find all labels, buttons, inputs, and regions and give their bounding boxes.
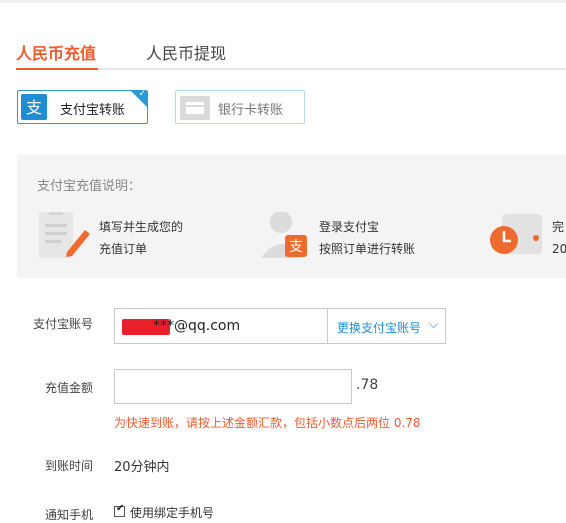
amount-input[interactable]	[114, 369, 352, 404]
bank-card-icon	[180, 96, 210, 120]
step-1-line-1: 填写并生成您的	[99, 220, 184, 234]
checkmark-icon: ✔	[116, 503, 125, 514]
amount-decimal-suffix: .78	[356, 377, 379, 393]
step-2-line-2: 按照订单进行转账	[319, 242, 416, 256]
top-divider	[0, 0, 566, 3]
clock-icon	[488, 214, 548, 266]
account-value: ***@qq.com	[153, 318, 241, 334]
amount-hint: 为快速到账，请按上述金额汇款，包括小数点后两位 0.78	[114, 416, 421, 430]
alipay-instructions-panel: 支付宝充值说明： 填写并生成您的 充值订单 支 登录支付宝 按照订单进行转账 完…	[17, 155, 566, 278]
use-bound-phone-checkbox[interactable]: ✔	[114, 503, 125, 517]
instruction-step-2: 支 登录支付宝 按照订单进行转账	[261, 211, 415, 266]
account-field-divider	[327, 309, 328, 343]
instruction-step-3: 完 20	[488, 212, 566, 266]
instructions-title: 支付宝充值说明：	[37, 179, 142, 194]
amount-label: 充值金额	[44, 381, 93, 395]
use-bound-phone-label[interactable]: 使用绑定手机号	[130, 504, 214, 521]
form-edit-icon	[37, 209, 97, 266]
notify-phone-label: 通知手机	[44, 508, 93, 522]
step-3-line-2: 20	[552, 242, 566, 256]
active-tab-indicator	[16, 68, 98, 70]
alipay-transfer-option[interactable]: 支 支付宝转账 ✓	[17, 89, 148, 124]
instruction-step-1: 填写并生成您的 充值订单	[37, 209, 183, 266]
change-account-button[interactable]: 更换支付宝账号	[337, 319, 421, 336]
arrival-time-value: 20分钟内	[114, 460, 170, 475]
svg-text:支: 支	[26, 98, 42, 117]
tab-recharge[interactable]: 人民币充值	[16, 40, 96, 64]
bank-card-transfer-label: 银行卡转账	[218, 103, 284, 118]
check-icon: ✓	[138, 89, 146, 99]
tab-baseline	[16, 68, 566, 70]
alipay-transfer-label: 支付宝转账	[60, 103, 126, 118]
svg-text:支: 支	[289, 239, 303, 255]
tab-withdraw[interactable]: 人民币提现	[146, 40, 226, 64]
arrival-time-label: 到账时间	[44, 459, 93, 473]
step-3-line-1: 完	[552, 220, 565, 234]
user-alipay-icon: 支	[261, 211, 313, 266]
alipay-icon: 支	[21, 94, 47, 120]
tab-bar: 人民币充值 人民币提现	[0, 28, 566, 70]
account-label: 支付宝账号	[32, 317, 93, 331]
alipay-account-field[interactable]: ***@qq.com 更换支付宝账号 ⌵	[114, 308, 446, 344]
bank-card-transfer-option[interactable]: 银行卡转账	[175, 90, 305, 124]
chevron-down-icon[interactable]: ⌵	[429, 317, 438, 332]
step-1-line-2: 充值订单	[99, 242, 148, 256]
step-2-line-1: 登录支付宝	[319, 220, 380, 234]
